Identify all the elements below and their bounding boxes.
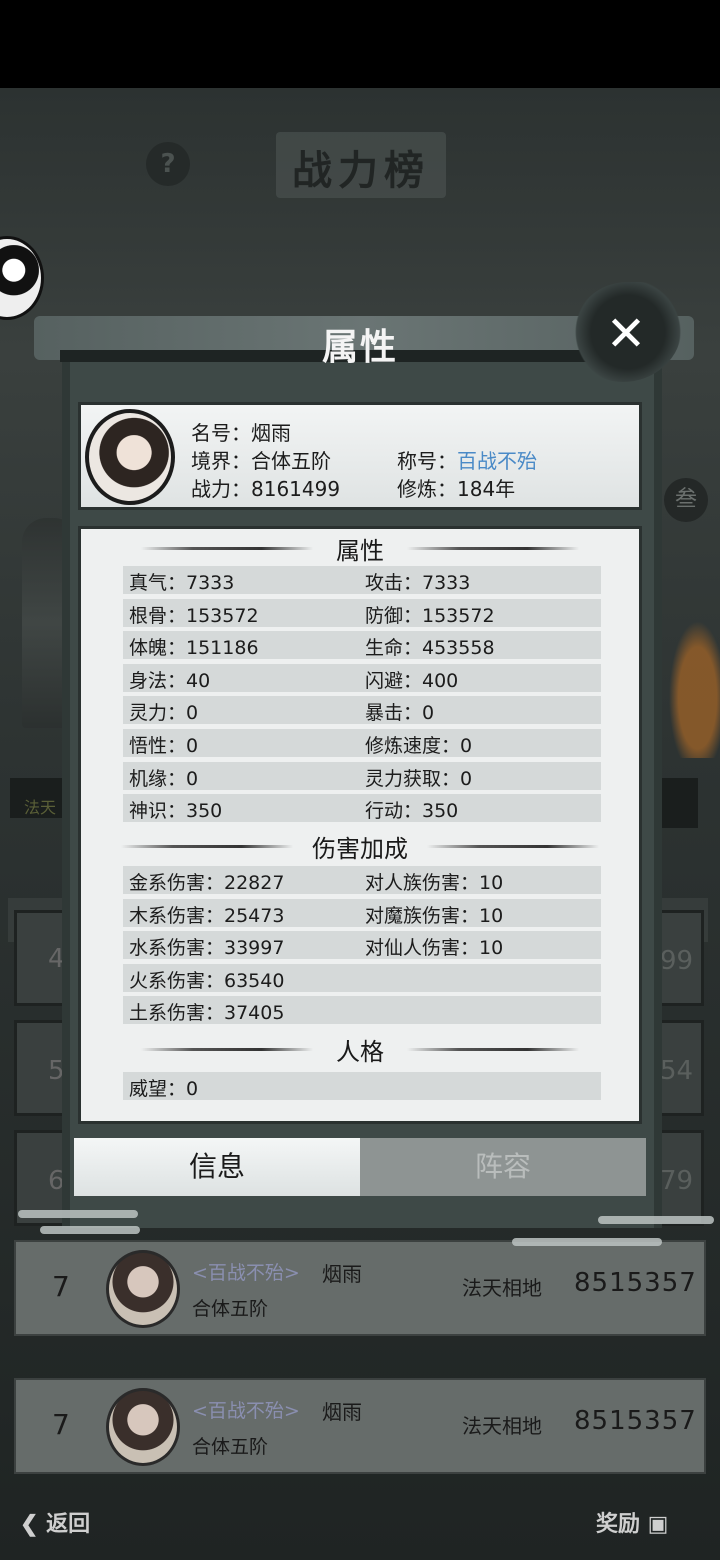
- stat-left: 威望：0: [129, 1078, 199, 1100]
- fire-beast-figure: [664, 608, 720, 758]
- stat-right: 对人族伤害：10: [365, 872, 504, 894]
- ink-stroke-decoration: [18, 1210, 138, 1218]
- tab-lineup[interactable]: 阵容: [360, 1138, 646, 1196]
- section-divider: [407, 547, 579, 550]
- back-button[interactable]: ❮ 返回: [20, 1506, 90, 1538]
- stat-right: 行动：350: [365, 800, 459, 823]
- stat-left: 机缘：0: [129, 767, 199, 790]
- player-realm: 合体五阶: [192, 1298, 269, 1320]
- stat-right: 对魔族伤害：10: [365, 904, 504, 927]
- rank-score: 54: [660, 1056, 694, 1086]
- back-label: 返回: [46, 1511, 91, 1537]
- profile-power: 战力：8161499: [191, 477, 341, 501]
- rank-number: 7: [52, 1270, 70, 1303]
- stat-right: 生命：453558: [365, 637, 495, 660]
- ink-stroke-decoration: [512, 1238, 662, 1246]
- player-avatar: [106, 1388, 180, 1466]
- stat-left: 灵力：0: [129, 702, 199, 725]
- stat-row: 火系伤害：63540: [123, 963, 601, 992]
- stat-left: 火系伤害：63540: [129, 969, 285, 992]
- player-score: 8515357: [574, 1268, 697, 1298]
- background-strip-text: 法天: [24, 798, 57, 817]
- stat-right: 闪避：400: [365, 669, 459, 692]
- rank-score: 79: [660, 1166, 694, 1196]
- stat-right: 对仙人伤害：10: [365, 937, 504, 960]
- honor-label: 称号：: [397, 449, 457, 473]
- stat-row: 土系伤害：37405: [123, 996, 601, 1025]
- reward-button[interactable]: 奖励 ▣: [596, 1506, 668, 1538]
- stat-row: 真气：7333 攻击：7333: [123, 566, 601, 594]
- player-title: <百战不殆>: [192, 1400, 300, 1422]
- dialog-title: 属性: [321, 326, 398, 368]
- rank-seal-icon: 叁: [664, 478, 708, 522]
- player-score: 8515357: [574, 1406, 697, 1436]
- rank-row[interactable]: 7 <百战不殆> 烟雨 合体五阶 法天相地 8515357: [14, 1240, 706, 1336]
- stat-row: 悟性：0 修炼速度：0: [123, 729, 601, 757]
- stat-left: 根骨：153572: [129, 604, 259, 627]
- profile-avatar: [85, 409, 175, 505]
- stat-row: 体魄：151186 生命：453558: [123, 631, 601, 660]
- tab-info[interactable]: 信息: [74, 1138, 360, 1196]
- player-position: 法天相地: [462, 1414, 542, 1438]
- player-name: 烟雨: [322, 1262, 362, 1286]
- profile-card: 名号：烟雨 境界：合体五阶 称号：百战不殆 战力：8161499 修炼：184年: [78, 402, 642, 510]
- status-bar: [0, 0, 720, 88]
- stat-row: 木系伤害：25473 对魔族伤害：10: [123, 898, 601, 927]
- rank-score: 99: [660, 946, 694, 976]
- stat-row: 机缘：0 灵力获取：0: [123, 761, 601, 790]
- stat-left: 悟性：0: [129, 735, 199, 757]
- player-name: 烟雨: [322, 1400, 362, 1424]
- player-avatar: [106, 1250, 180, 1328]
- stat-row: 灵力：0 暴击：0: [123, 696, 601, 725]
- section-divider: [427, 845, 599, 848]
- section-header-personality: 人格: [81, 1032, 639, 1066]
- help-icon[interactable]: ?: [146, 142, 190, 186]
- stat-left: 真气：7333: [129, 572, 235, 594]
- section-divider: [407, 1048, 579, 1051]
- yin-yang-icon[interactable]: [0, 236, 44, 320]
- stat-row: 根骨：153572 防御：153572: [123, 598, 601, 627]
- stat-left: 水系伤害：33997: [129, 937, 285, 960]
- section-header-damage: 伤害加成: [81, 829, 639, 863]
- stat-left: 体魄：151186: [129, 637, 259, 660]
- rank-number: 7: [52, 1408, 70, 1441]
- profile-cultivation: 修炼：184年: [397, 477, 516, 501]
- honor-value[interactable]: 百战不殆: [457, 449, 537, 473]
- stat-left: 金系伤害：22827: [129, 872, 285, 894]
- stat-right: 防御：153572: [365, 604, 495, 627]
- stat-left: 木系伤害：25473: [129, 904, 285, 927]
- attribute-panel: 属性 真气：7333 攻击：7333 根骨：153572 防御：153572 体魄：15…: [78, 526, 642, 1124]
- stat-row: 金系伤害：22827 对人族伤害：10: [123, 866, 601, 894]
- stat-row: 身法：40 闪避：400: [123, 663, 601, 692]
- stat-left: 神识：350: [129, 800, 223, 823]
- board-title: 战力榜: [292, 147, 430, 194]
- bottom-bar: ❮ 返回 奖励 ▣: [0, 1496, 720, 1560]
- reward-label: 奖励: [596, 1511, 641, 1537]
- profile-realm: 境界：合体五阶: [191, 449, 331, 473]
- player-realm: 合体五阶: [192, 1436, 269, 1458]
- close-icon[interactable]: ✕: [596, 304, 656, 364]
- stat-left: 身法：40: [129, 669, 211, 692]
- player-position: 法天相地: [462, 1276, 542, 1300]
- stat-right: 暴击：0: [365, 702, 435, 725]
- profile-honor: 称号：百战不殆: [397, 445, 537, 474]
- stat-row: 水系伤害：33997 对仙人伤害：10: [123, 931, 601, 960]
- stat-row: 神识：350 行动：350: [123, 794, 601, 823]
- player-title: <百战不殆>: [192, 1262, 300, 1284]
- stat-left: 土系伤害：37405: [129, 1002, 285, 1025]
- stat-row: 威望：0: [123, 1072, 601, 1100]
- stat-right: 灵力获取：0: [365, 767, 473, 790]
- ink-stroke-decoration: [598, 1216, 714, 1224]
- profile-name: 名号：烟雨: [191, 421, 291, 445]
- stat-right: 修炼速度：0: [365, 735, 473, 757]
- background-strip-right: [658, 778, 698, 828]
- rank-row[interactable]: 7 <百战不殆> 烟雨 合体五阶 法天相地 8515357: [14, 1378, 706, 1474]
- section-header-attributes: 属性: [81, 531, 639, 565]
- ink-stroke-decoration: [40, 1226, 140, 1234]
- stat-right: 攻击：7333: [365, 572, 471, 594]
